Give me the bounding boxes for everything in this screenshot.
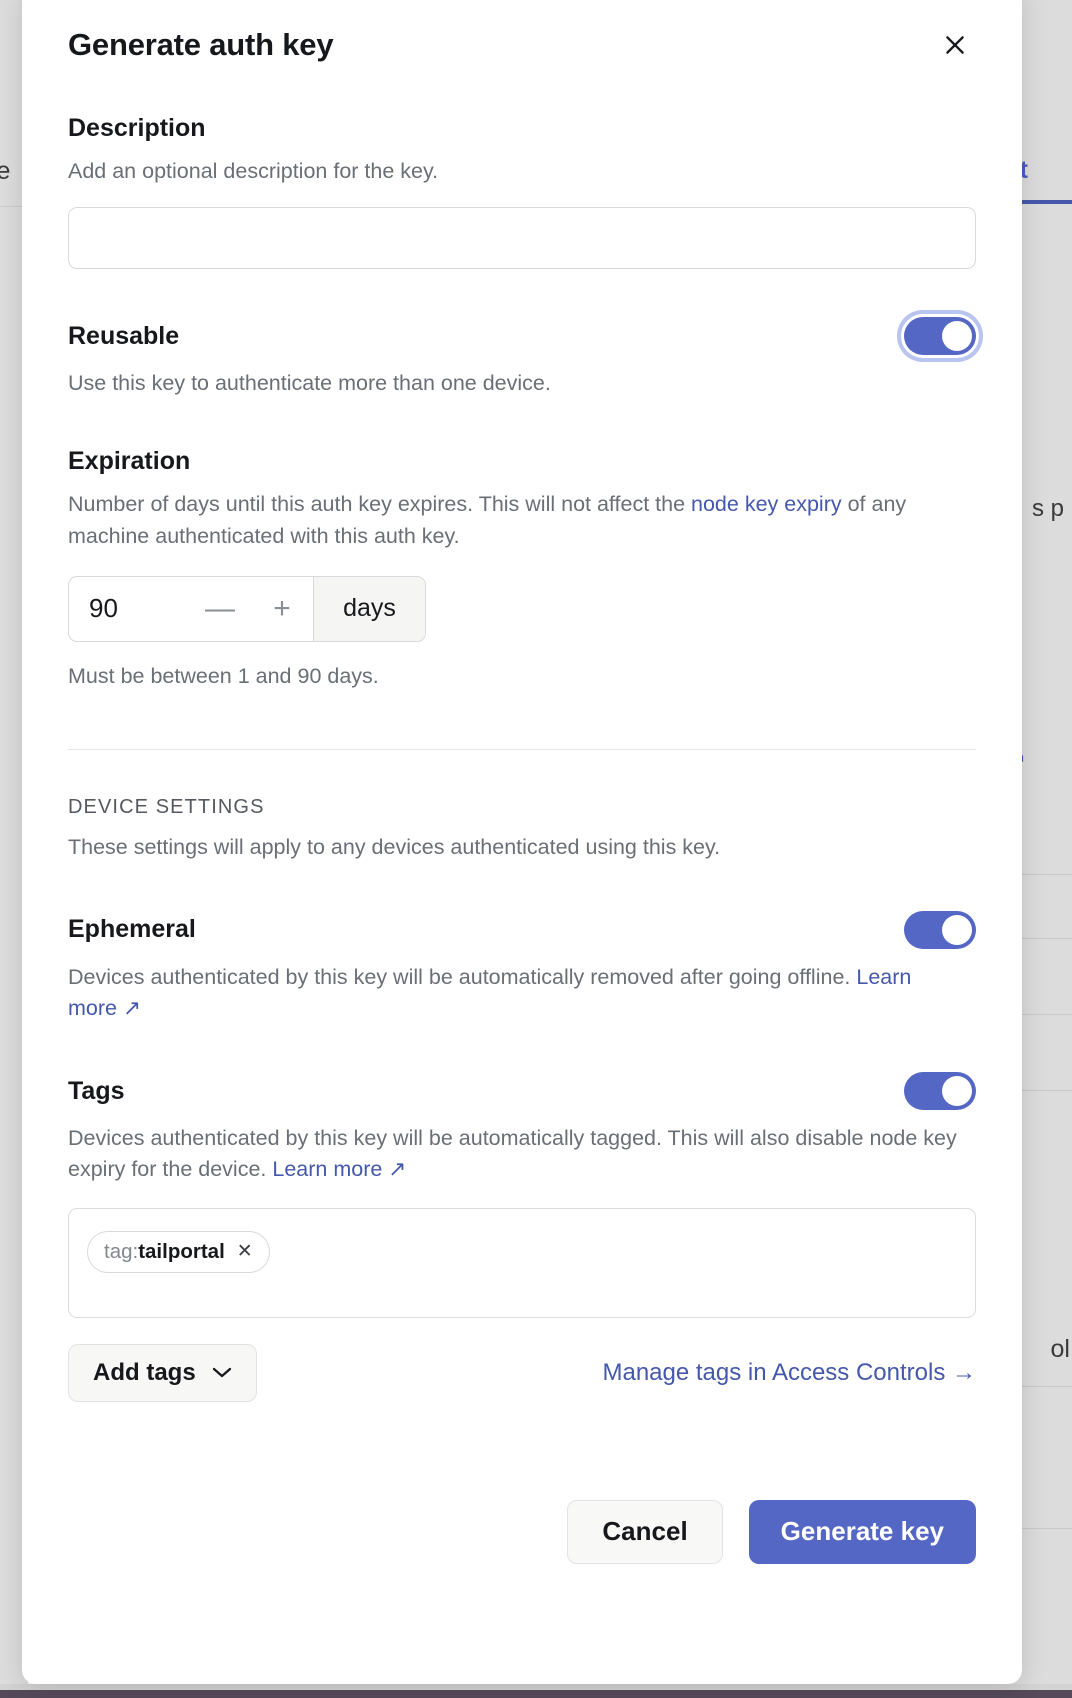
expiration-days-input[interactable] — [69, 576, 189, 641]
toggle-knob-icon — [942, 321, 972, 352]
cancel-button[interactable]: Cancel — [567, 1499, 723, 1564]
tag-chip: tag:tailportal ✕ — [87, 1230, 270, 1273]
reusable-help-text: Use this key to authenticate more than o… — [68, 371, 551, 396]
tags-label: Tags — [68, 1076, 125, 1105]
page-root: ce et s p ↗ ol Generate auth key De — [0, 0, 1072, 1698]
background-right-text-secondary: ol — [1050, 1335, 1070, 1363]
background-right-text: s p — [1031, 495, 1064, 522]
background-left-text: ce — [0, 157, 11, 185]
reusable-label: Reusable — [68, 321, 180, 350]
generate-auth-key-dialog: Generate auth key Description Add an opt… — [22, 0, 1022, 1684]
device-settings-help-text: These settings will apply to any devices… — [68, 834, 721, 859]
add-tags-label: Add tags — [93, 1358, 196, 1386]
close-icon — [946, 36, 964, 54]
section-divider — [68, 748, 976, 750]
expiration-stepper: — + days — [68, 575, 426, 642]
tag-chip-value: tailportal — [138, 1239, 225, 1263]
expiration-unit-label: days — [313, 576, 425, 641]
tags-help-body: Devices authenticated by this key will b… — [68, 1126, 957, 1182]
ephemeral-toggle[interactable] — [904, 910, 976, 949]
dialog-footer: Cancel Generate key — [68, 1499, 976, 1564]
tag-chip-remove-icon[interactable]: ✕ — [237, 1242, 253, 1261]
description-input[interactable] — [68, 207, 976, 270]
expiration-help-text: Number of days until this auth key expir… — [68, 489, 976, 551]
tag-chip-prefix: tag: — [104, 1239, 139, 1263]
add-tags-button[interactable]: Add tags — [68, 1343, 257, 1402]
page-title: Generate auth key — [68, 27, 334, 62]
ephemeral-help-text: Devices authenticated by this key will b… — [68, 962, 976, 1024]
background-bottom-bar — [0, 1690, 1072, 1698]
external-link-icon: ↗ — [122, 996, 141, 1021]
manage-tags-link[interactable]: Manage tags in Access Controls → — [602, 1359, 976, 1387]
expiration-decrement-button[interactable]: — — [189, 577, 251, 641]
node-key-expiry-link[interactable]: node key expiry — [691, 492, 842, 516]
expiration-help-before: Number of days until this auth key expir… — [68, 492, 692, 517]
description-label: Description — [68, 114, 206, 142]
ephemeral-label: Ephemeral — [68, 915, 196, 944]
ephemeral-help-body: Devices authenticated by this key will b… — [68, 964, 857, 989]
ephemeral-row: Ephemeral — [68, 910, 976, 949]
toggle-knob-icon — [942, 1076, 972, 1107]
expiration-increment-button[interactable]: + — [251, 577, 313, 641]
expiration-label: Expiration — [68, 447, 191, 476]
description-help-text: Add an optional description for the key. — [68, 159, 439, 183]
tags-row: Tags — [68, 1072, 976, 1111]
tags-help-text: Devices authenticated by this key will b… — [68, 1123, 976, 1185]
toggle-knob-icon — [942, 914, 972, 945]
generate-key-button[interactable]: Generate key — [748, 1499, 976, 1564]
tags-toggle[interactable] — [904, 1072, 976, 1111]
external-link-icon: ↗ — [388, 1157, 407, 1182]
tags-input-box[interactable]: tag:tailportal ✕ — [68, 1207, 976, 1318]
dialog-header: Generate auth key — [68, 0, 976, 66]
device-settings-label: DEVICE SETTINGS — [68, 795, 265, 818]
expiration-hint: Must be between 1 and 90 days. — [68, 663, 379, 688]
tags-actions: Add tags Manage tags in Access Controls … — [68, 1343, 976, 1402]
reusable-toggle[interactable] — [897, 310, 983, 363]
reusable-row: Reusable — [68, 310, 983, 363]
chevron-down-icon — [212, 1367, 231, 1378]
tags-learn-more-link[interactable]: Learn more — [272, 1157, 382, 1181]
close-button[interactable] — [934, 24, 976, 66]
tag-chip-text: tag:tailportal — [104, 1240, 225, 1264]
